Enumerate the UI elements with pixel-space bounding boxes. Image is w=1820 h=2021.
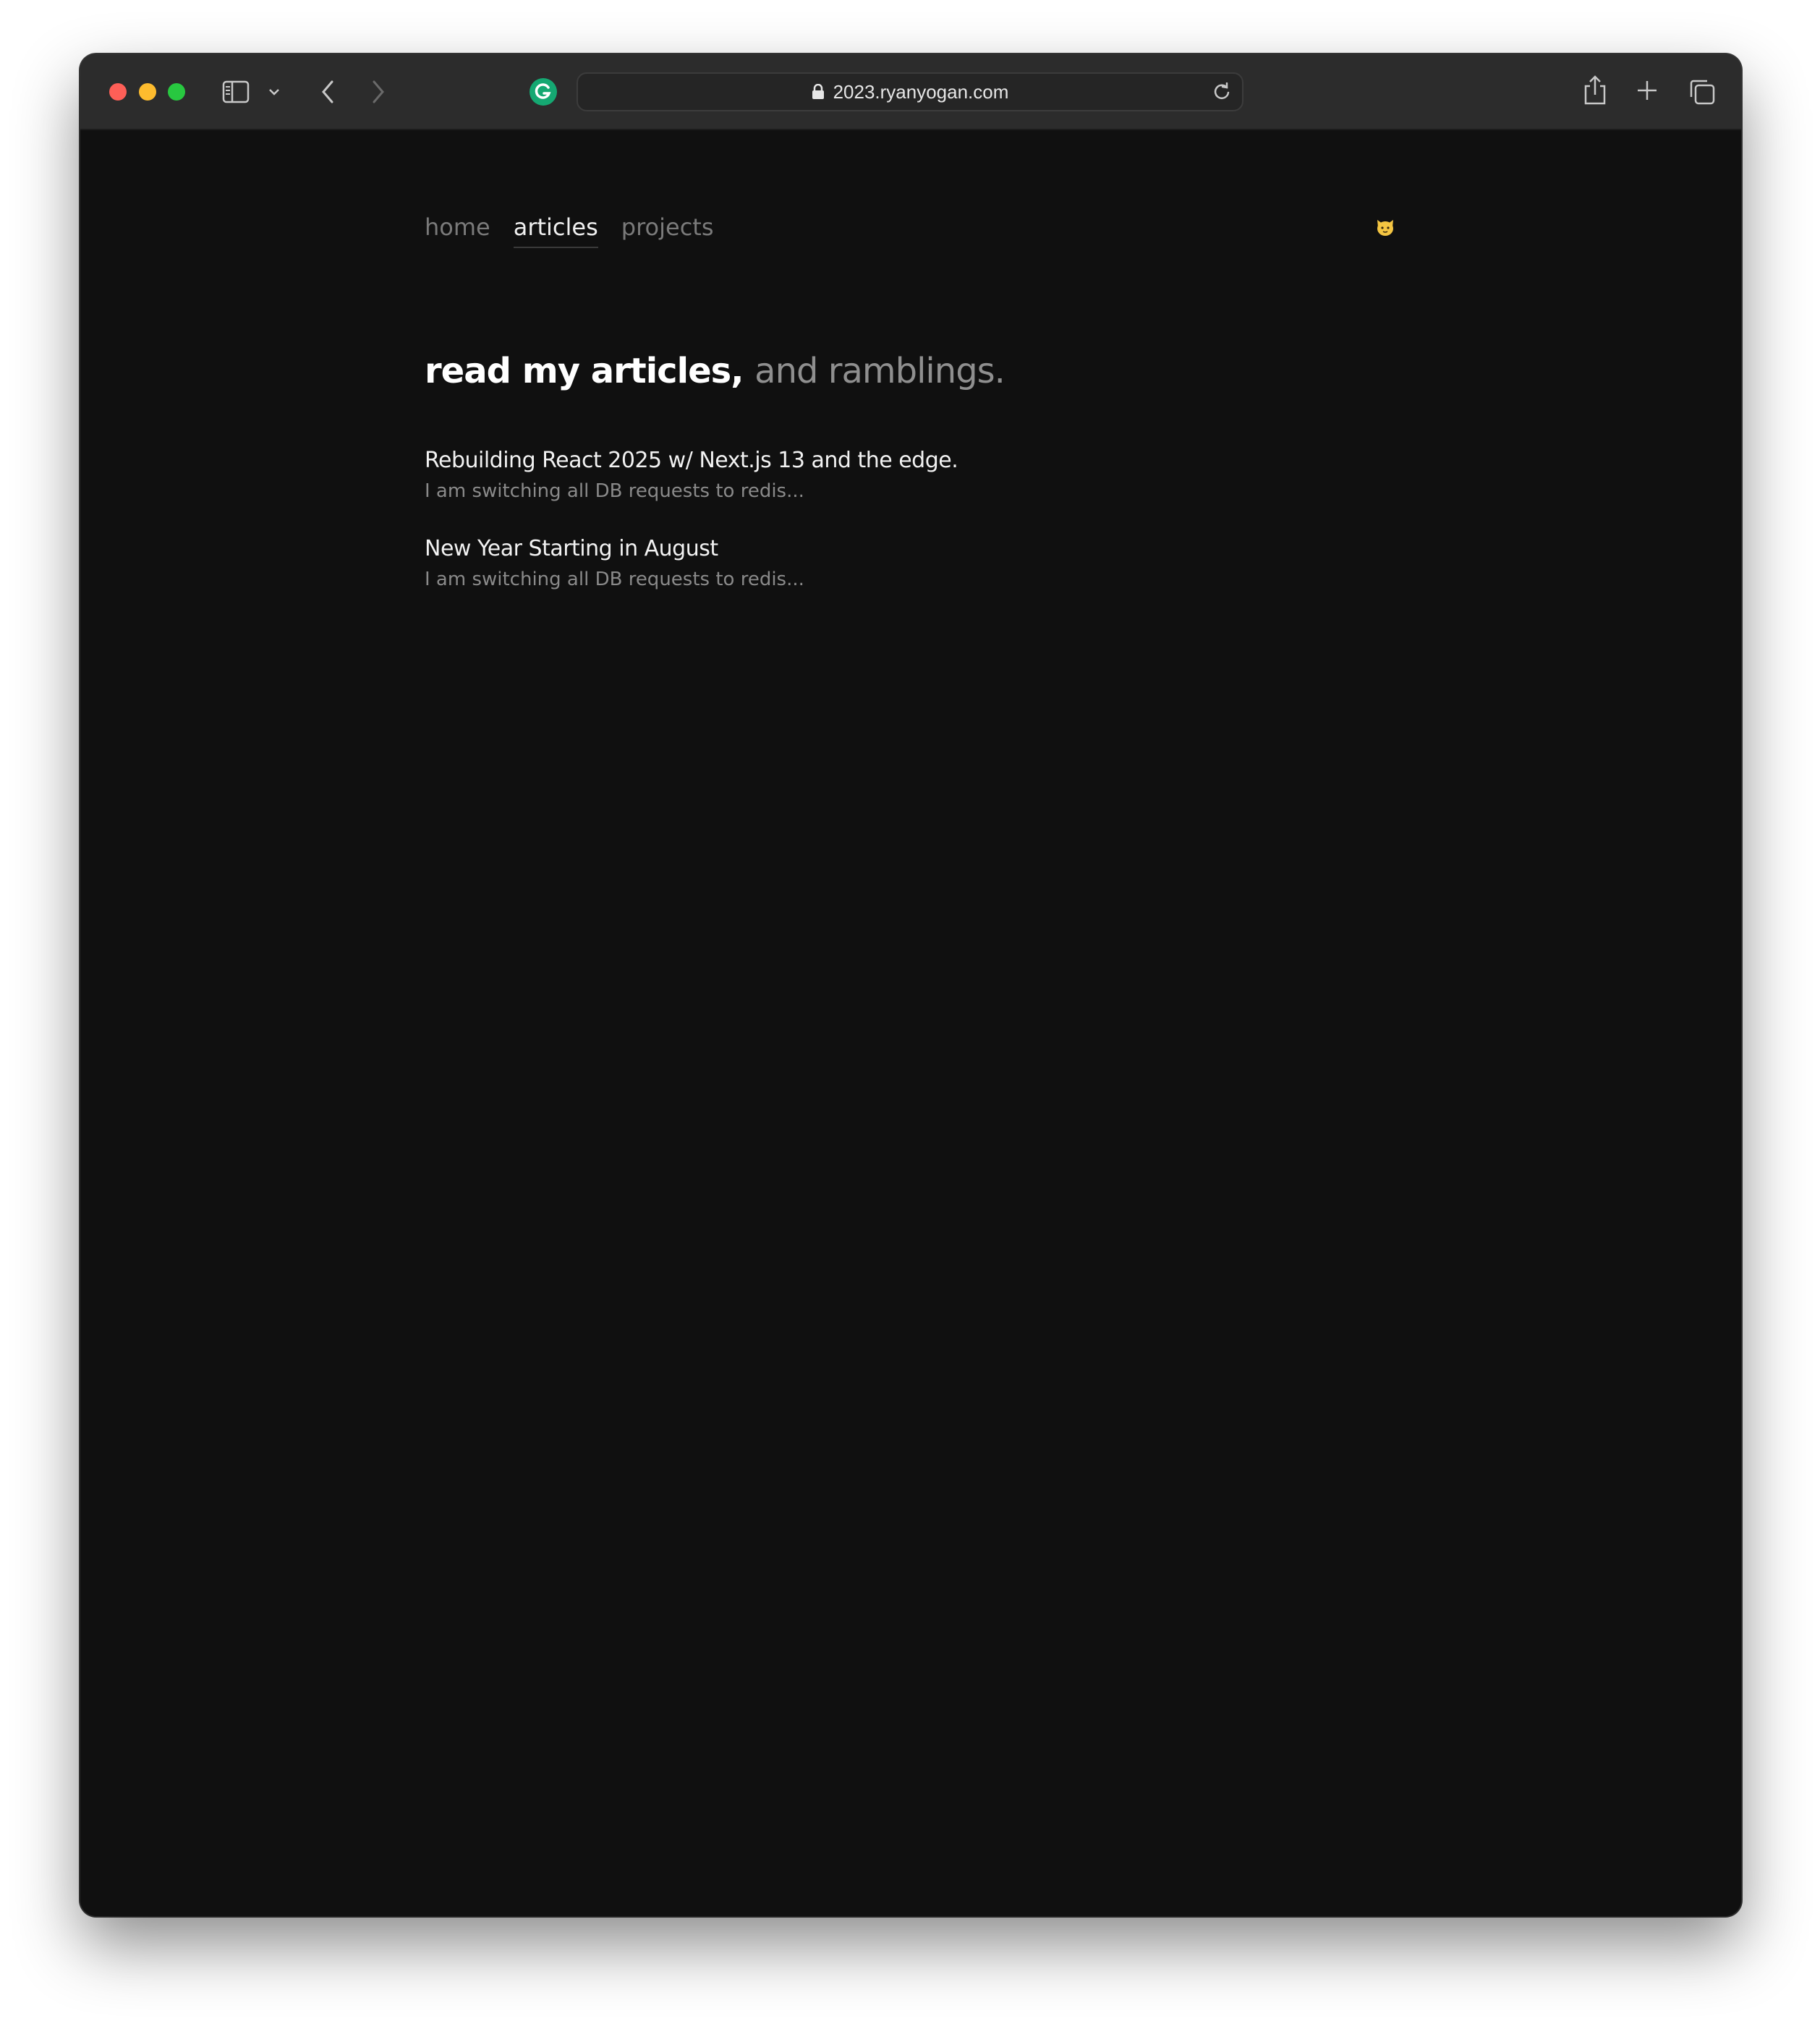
page-content: home articles projects read my articles,… — [80, 130, 1741, 1916]
browser-toolbar: 2023.ryanyogan.com — [80, 54, 1741, 130]
grammarly-icon[interactable] — [528, 77, 558, 107]
article-description: I am switching all DB requests to redis.… — [425, 480, 804, 502]
close-window-button[interactable] — [109, 83, 127, 101]
article-item[interactable]: New Year Starting in August I am switchi… — [425, 535, 958, 594]
maximize-window-button[interactable] — [168, 83, 185, 101]
site-nav: home articles projects — [425, 213, 714, 248]
sidebar-icon[interactable] — [221, 79, 250, 105]
minimize-window-button[interactable] — [139, 83, 156, 101]
forward-arrow-icon[interactable] — [364, 76, 393, 108]
article-title[interactable]: Rebuilding React 2025 w/ Next.js 13 and … — [425, 446, 958, 475]
article-description: I am switching all DB requests to redis.… — [425, 569, 804, 590]
tab-overview-icon[interactable] — [1686, 76, 1718, 108]
cat-emoji-icon[interactable] — [1375, 217, 1395, 237]
plus-icon[interactable] — [1633, 76, 1662, 105]
page-title-strong: read my articles, — [425, 351, 744, 391]
page-title-light: and ramblings. — [754, 351, 1005, 391]
nav-link-articles[interactable]: articles — [513, 213, 598, 248]
nav-link-projects[interactable]: projects — [621, 213, 714, 248]
nav-link-home[interactable]: home — [425, 213, 490, 248]
article-item[interactable]: Rebuilding React 2025 w/ Next.js 13 and … — [425, 446, 958, 506]
address-bar[interactable]: 2023.ryanyogan.com — [577, 72, 1243, 111]
back-arrow-icon[interactable] — [313, 76, 342, 108]
article-title[interactable]: New Year Starting in August — [425, 535, 958, 563]
address-url: 2023.ryanyogan.com — [833, 80, 1009, 103]
article-list: Rebuilding React 2025 w/ Next.js 13 and … — [425, 446, 958, 623]
share-icon[interactable] — [1579, 72, 1611, 109]
reload-icon[interactable] — [1210, 80, 1233, 103]
lock-icon — [812, 84, 825, 100]
page-title: read my articles, and ramblings. — [425, 351, 1005, 391]
browser-window: 2023.ryanyogan.com home articles project… — [80, 54, 1741, 1916]
chevron-down-icon[interactable] — [265, 82, 283, 102]
